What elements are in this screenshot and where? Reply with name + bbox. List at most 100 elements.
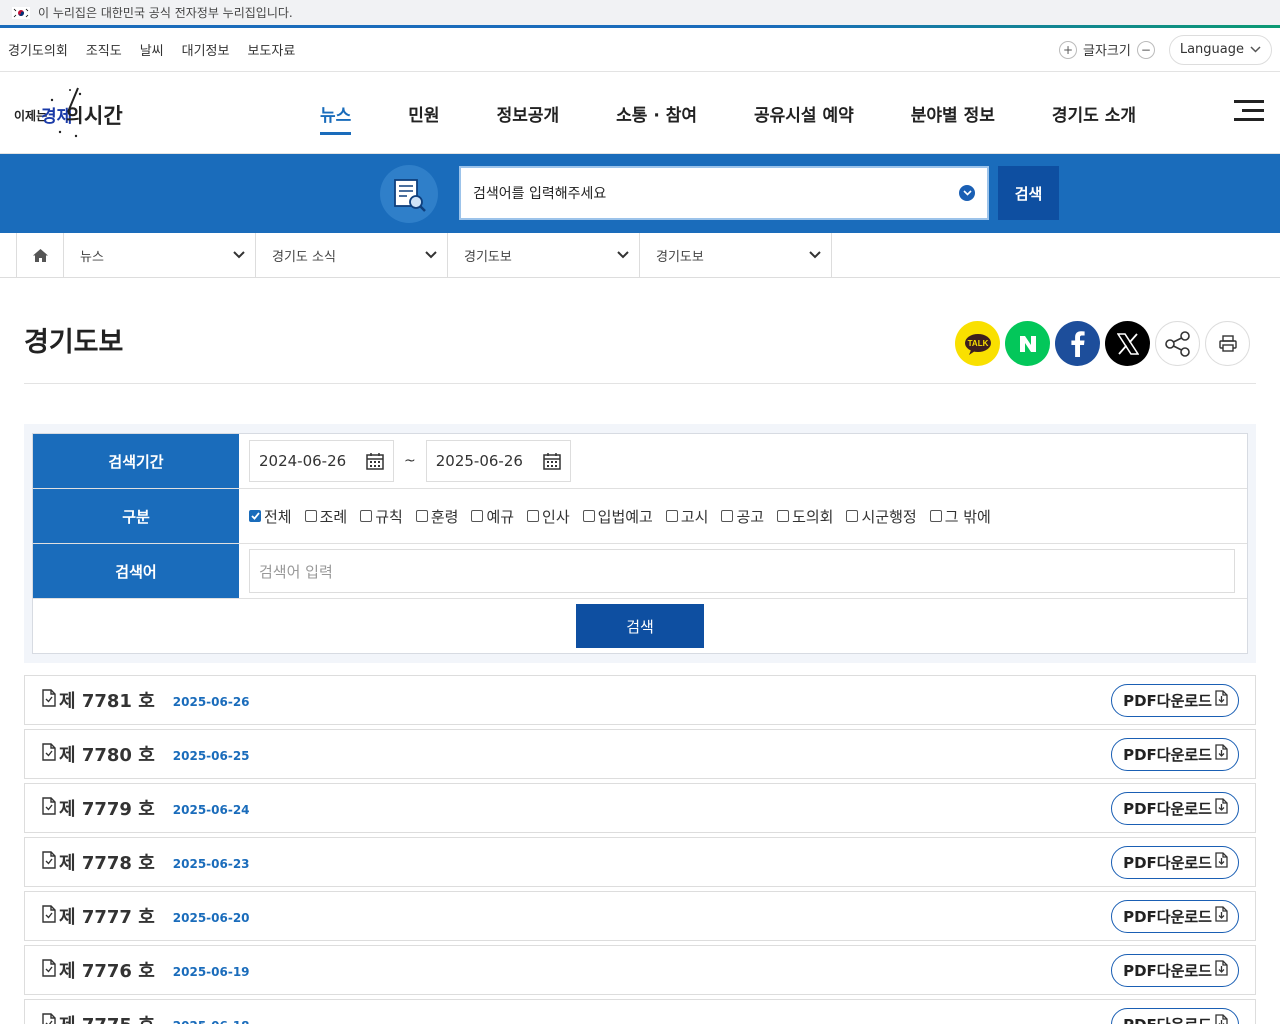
gnb-item-about[interactable]: 경기도 소개 (1052, 101, 1136, 126)
site-header: 이제는 경제 의 시간 뉴스 민원 정보공개 소통 · 참여 공유시설 예약 분… (0, 72, 1280, 154)
file-download-icon (1215, 798, 1228, 818)
gnb-item-disclosure[interactable]: 정보공개 (497, 101, 560, 126)
category-checkbox[interactable]: 조례 (304, 506, 347, 527)
calendar-icon[interactable] (366, 452, 384, 470)
x-icon[interactable] (1105, 321, 1150, 366)
start-date-field[interactable]: 2024-06-26 (249, 440, 394, 482)
pdf-download-button[interactable]: PDF다운로드 (1111, 737, 1239, 771)
category-checkbox[interactable]: 시군행정 (846, 506, 917, 527)
list-item[interactable]: 제 7779 호 2025-06-24 PDF다운로드 (24, 783, 1256, 833)
breadcrumb-item-gyeonggi-news[interactable]: 경기도 소식 (256, 233, 448, 277)
breadcrumb-item-news[interactable]: 뉴스 (64, 233, 256, 277)
print-icon[interactable] (1205, 321, 1250, 366)
issue-date: 2025-06-26 (172, 695, 250, 709)
breadcrumb-label: 경기도보 (656, 249, 704, 265)
list-item[interactable]: 제 7775 호 2025-06-18 PDF다운로드 (24, 999, 1256, 1024)
gnb-item-participation[interactable]: 소통 · 참여 (616, 101, 697, 126)
pdf-download-button[interactable]: PDF다운로드 (1111, 683, 1239, 717)
pdf-download-button[interactable]: PDF다운로드 (1111, 1007, 1239, 1024)
checkbox-icon[interactable] (527, 510, 540, 522)
checkbox-icon[interactable] (665, 510, 678, 522)
list-item[interactable]: 제 7776 호 2025-06-19 PDF다운로드 (24, 945, 1256, 995)
period-row: 검색기간 2024-06-26 ~ 2025-06-26 (33, 434, 1247, 489)
kakao-talk-icon[interactable]: TALK (955, 321, 1000, 366)
checkbox-icon[interactable] (304, 510, 317, 522)
list-item[interactable]: 제 7781 호 2025-06-26 PDF다운로드 (24, 675, 1256, 725)
gazette-list: 제 7781 호 2025-06-26 PDF다운로드 제 7780 호 2025-06… (24, 675, 1256, 1024)
issue-number[interactable]: 제 7777 호 (59, 903, 155, 929)
chevron-down-icon (617, 251, 629, 259)
checkbox-checked-icon[interactable] (249, 510, 261, 522)
issue-number[interactable]: 제 7776 호 (59, 957, 155, 983)
issue-number[interactable]: 제 7775 호 (59, 1011, 155, 1024)
pdf-download-button[interactable]: PDF다운로드 (1111, 845, 1239, 879)
issue-number[interactable]: 제 7779 호 (59, 795, 155, 821)
gnb-item-news[interactable]: 뉴스 (320, 101, 352, 135)
category-checkbox[interactable]: 입법예고 (582, 506, 653, 527)
gnb-item-facility-booking[interactable]: 공유시설 예약 (754, 101, 854, 126)
font-decrease-icon[interactable]: − (1136, 40, 1155, 59)
font-increase-icon[interactable]: + (1059, 40, 1077, 59)
util-link-weather[interactable]: 날씨 (140, 40, 164, 59)
checkbox-icon[interactable] (360, 510, 373, 522)
breadcrumb-item-gazette-current[interactable]: 경기도보 (640, 233, 832, 277)
checkbox-icon[interactable] (777, 510, 790, 522)
issue-number[interactable]: 제 7780 호 (59, 741, 155, 767)
checkbox-icon[interactable] (846, 510, 859, 522)
chevron-down-icon[interactable] (959, 185, 975, 201)
issue-number[interactable]: 제 7781 호 (59, 687, 155, 713)
checkbox-icon[interactable] (415, 510, 428, 522)
category-checkbox-label: 고시 (680, 507, 709, 526)
breadcrumb-item-gazette[interactable]: 경기도보 (448, 233, 640, 277)
chevron-down-icon (233, 251, 245, 259)
category-checkbox[interactable]: 전체 (249, 506, 292, 527)
document-icon (41, 905, 57, 927)
category-checkbox[interactable]: 공고 (721, 506, 764, 527)
category-checkbox[interactable]: 규칙 (360, 506, 403, 527)
home-icon[interactable] (16, 233, 64, 277)
util-link-air-quality[interactable]: 대기정보 (182, 40, 230, 59)
menu-icon[interactable] (1234, 100, 1264, 122)
list-item[interactable]: 제 7778 호 2025-06-23 PDF다운로드 (24, 837, 1256, 887)
util-link-council[interactable]: 경기도의회 (8, 40, 68, 59)
gnb-item-civil[interactable]: 민원 (408, 101, 439, 126)
pdf-download-button[interactable]: PDF다운로드 (1111, 953, 1239, 987)
calendar-icon[interactable] (542, 452, 561, 470)
category-checkbox[interactable]: 훈령 (415, 506, 458, 527)
keyword-input[interactable]: 검색어 입력 (249, 549, 1235, 593)
pdf-download-label: PDF다운로드 (1123, 799, 1212, 818)
category-checkbox[interactable]: 고시 (665, 506, 709, 527)
issue-number[interactable]: 제 7778 호 (59, 849, 155, 875)
share-icon[interactable] (1155, 321, 1200, 366)
util-link-press[interactable]: 보도자료 (247, 40, 295, 59)
checkbox-icon[interactable] (929, 510, 942, 522)
list-item[interactable]: 제 7780 호 2025-06-25 PDF다운로드 (24, 729, 1256, 779)
checkbox-icon[interactable] (471, 510, 484, 522)
file-download-icon (1215, 906, 1228, 926)
end-date-field[interactable]: 2025-06-26 (425, 440, 571, 482)
language-button[interactable]: Language (1168, 34, 1272, 65)
category-checkbox[interactable]: 도의회 (777, 506, 833, 527)
list-item[interactable]: 제 7777 호 2025-06-20 PDF다운로드 (24, 891, 1256, 941)
breadcrumb: 뉴스 경기도 소식 경기도보 경기도보 (0, 233, 1280, 278)
search-button[interactable]: 검색 (998, 166, 1059, 220)
chevron-down-icon (1250, 46, 1261, 53)
category-checkbox[interactable]: 그 밖에 (929, 506, 991, 527)
form-search-button[interactable]: 검색 (576, 604, 704, 648)
category-checkbox[interactable]: 예규 (471, 506, 514, 527)
chevron-down-icon (425, 251, 437, 259)
pdf-download-button[interactable]: PDF다운로드 (1111, 899, 1239, 933)
page-title: 경기도보 (24, 327, 124, 358)
gnb-item-field-info[interactable]: 분야별 정보 (911, 101, 995, 126)
checkbox-icon[interactable] (582, 510, 595, 522)
util-link-org-chart[interactable]: 조직도 (86, 40, 122, 59)
category-checkbox[interactable]: 인사 (527, 506, 570, 527)
utility-links: 경기도의회 조직도 날씨 대기정보 보도자료 (8, 40, 295, 59)
checkbox-icon[interactable] (721, 510, 734, 522)
main-navigation: 뉴스 민원 정보공개 소통 · 참여 공유시설 예약 분야별 정보 경기도 소개 (320, 72, 1193, 154)
search-input[interactable]: 검색어를 입력해주세요 (459, 166, 989, 220)
pdf-download-button[interactable]: PDF다운로드 (1111, 791, 1239, 825)
logo[interactable]: 이제는 경제 의 시간 (14, 84, 126, 142)
facebook-icon[interactable] (1055, 321, 1100, 366)
naver-icon[interactable] (1005, 321, 1050, 366)
